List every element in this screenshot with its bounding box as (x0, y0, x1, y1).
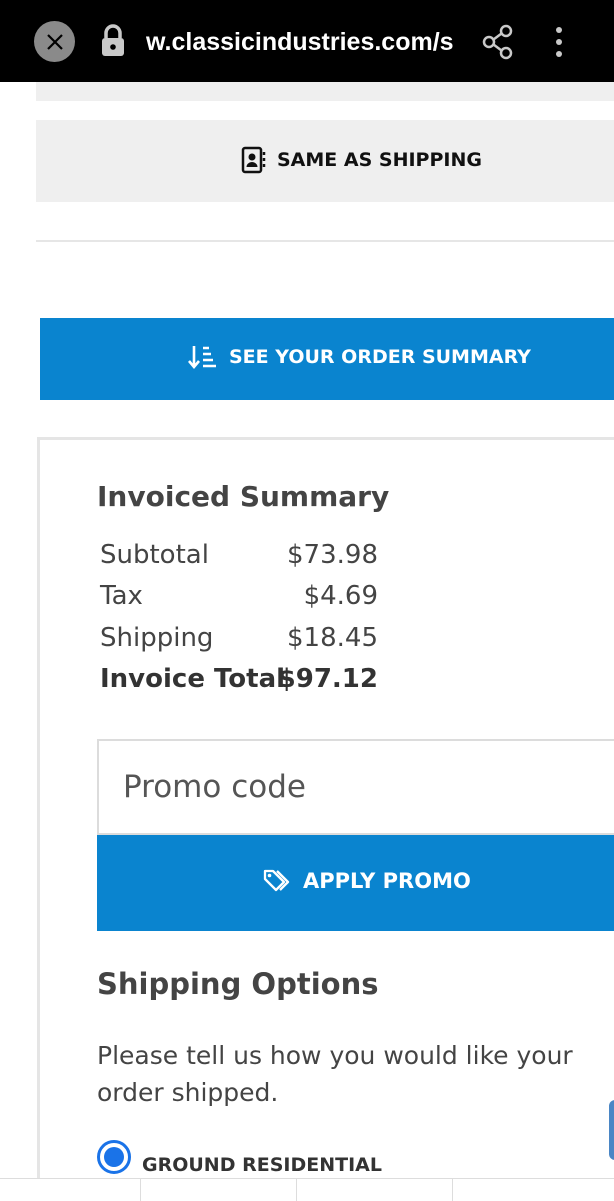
summary-row-value: $73.98 (287, 540, 378, 570)
summary-row-invoice-total: Invoice Total $97.12 (100, 664, 378, 698)
shipping-options-description: Please tell us how you would like your o… (97, 1041, 573, 1107)
promo-code-input[interactable] (97, 739, 614, 835)
summary-row-value: $18.45 (287, 623, 378, 653)
lock-icon (102, 24, 124, 56)
bottom-nav-separator (452, 1179, 453, 1201)
bottom-nav-separator (140, 1179, 141, 1201)
ground-residential-label[interactable]: GROUND RESIDENTIAL (142, 1154, 382, 1176)
address-bar-url[interactable]: w.classicindustries.com/s (146, 26, 458, 58)
radio-selected-dot (104, 1147, 124, 1167)
bottom-nav-bar (0, 1178, 614, 1201)
same-as-shipping-label: SAME AS SHIPPING (277, 149, 482, 171)
summary-row-label: Subtotal (100, 540, 209, 570)
summary-row-shipping: Shipping $18.45 (100, 623, 378, 657)
ground-residential-radio[interactable] (97, 1140, 131, 1174)
shipping-options-title: Shipping Options (97, 967, 379, 1001)
close-tab-button[interactable] (34, 21, 75, 62)
summary-row-label: Shipping (100, 623, 214, 653)
bottom-nav-separator (296, 1179, 297, 1201)
see-order-summary-button[interactable]: SEE YOUR ORDER SUMMARY (40, 318, 614, 400)
apply-promo-button[interactable]: APPLY PROMO (97, 835, 614, 931)
previous-section-panel (36, 82, 614, 101)
summary-row-label: Invoice Total (100, 664, 286, 694)
close-icon (46, 33, 63, 50)
share-icon[interactable] (482, 24, 514, 60)
summary-row-label: Tax (100, 581, 143, 611)
same-as-shipping-button[interactable]: SAME AS SHIPPING (36, 120, 614, 202)
tag-icon (263, 869, 290, 892)
sort-down-icon (188, 346, 216, 370)
summary-row-tax: Tax $4.69 (100, 581, 378, 615)
summary-row-value: $4.69 (303, 581, 378, 611)
see-order-summary-label: SEE YOUR ORDER SUMMARY (229, 346, 531, 368)
browser-toolbar: w.classicindustries.com/s (0, 0, 614, 82)
summary-row-value: $97.12 (277, 664, 378, 694)
summary-row-subtotal: Subtotal $73.98 (100, 540, 378, 574)
more-vert-icon[interactable] (548, 26, 570, 58)
apply-promo-label: APPLY PROMO (303, 869, 471, 893)
invoiced-summary-title: Invoiced Summary (97, 480, 390, 513)
contact-card-icon (241, 146, 266, 174)
side-feedback-tab[interactable] (609, 1100, 614, 1160)
section-divider (36, 240, 614, 242)
